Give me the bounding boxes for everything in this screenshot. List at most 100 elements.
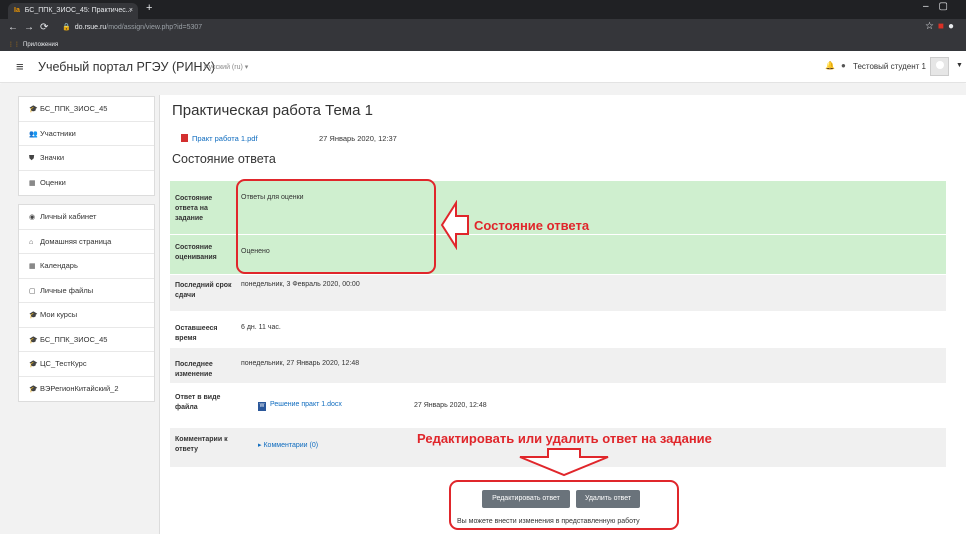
file-submission-label: Ответ в виде файла [175, 394, 221, 411]
extension-icon[interactable]: ■ [938, 21, 948, 32]
edit-callout: Редактировать или удалить ответ на задан… [417, 431, 712, 446]
users-icon: 👥 [29, 130, 38, 138]
sidebar-item[interactable]: ⛊ Значки [19, 146, 154, 171]
menu-toggle-icon[interactable]: ≡ [16, 59, 24, 74]
down-arrow-icon [519, 448, 609, 477]
word-doc-icon: W [258, 402, 266, 411]
new-tab-button[interactable]: + [146, 2, 152, 14]
sidebar-item-label: ЦС_ТестКурс [40, 359, 87, 368]
bookmarks-bar: ⋮⋮ Приложения [0, 39, 966, 51]
sidebar-item[interactable]: 🎓 ЦС_ТестКурс [19, 352, 154, 377]
submitted-file-date: 27 Январь 2020, 12:48 [414, 402, 487, 409]
profile-icon[interactable]: ● [948, 21, 958, 32]
due-date-label: Последний срок сдачи [175, 282, 232, 299]
graduation-cap-icon: 🎓 [29, 106, 38, 113]
url-host: do.rsue.ru [74, 24, 107, 31]
user-name[interactable]: Тестовый студент 1 [853, 62, 926, 71]
sidebar-item-label: ВЭРегионКитайский_2 [40, 383, 119, 393]
comments-toggle[interactable]: ▸ Комментарии (0) [258, 441, 318, 449]
sidebar-item[interactable]: ▦ Оценки [19, 171, 154, 196]
back-icon[interactable]: ← [8, 22, 24, 33]
sidebar-item[interactable]: 🎓 БС_ППК_ЗИОС_45 [19, 97, 154, 122]
sidebar-item-label: Значки [40, 153, 65, 162]
window-controls: –▢ [923, 1, 958, 12]
sidebar-item[interactable]: 🎓 Мои курсы [19, 303, 154, 328]
sidebar-item-label: Календарь [40, 261, 78, 270]
table-row: Оставшееся время 6 дн. 11 час. [170, 311, 946, 347]
sidebar-item-label: Мои курсы [40, 310, 78, 319]
language-selector[interactable]: Русский (ru) ▾ [204, 63, 248, 71]
lock-icon: 🔒 [62, 24, 71, 31]
site-nav-group: ◉ Личный кабинет ⌂ Домашняя страница ▦ Календ… [18, 204, 155, 402]
apps-icon[interactable]: ⋮⋮ [8, 42, 20, 48]
browser-tab-bar: Ia БС_ППК_ЗИОС_45: Практичес... × + –▢ [0, 0, 966, 19]
grading-status-label: Состояние оценивания [175, 244, 217, 261]
graduation-cap-icon: 🎓 [29, 312, 38, 319]
sidebar-item[interactable]: ◉ Личный кабинет [19, 205, 154, 230]
course-nav-group: 🎓 БС_ППК_ЗИОС_45 👥 Участники ⛊ Значки ▦ Оценки [18, 96, 155, 196]
submission-status-label: Состояние ответа на задание [175, 195, 213, 222]
nav-drawer: 🎓 БС_ППК_ЗИОС_45 👥 Участники ⛊ Значки ▦ Оценки … [18, 96, 155, 410]
graduation-cap-icon: 🎓 [29, 385, 38, 393]
sidebar-item[interactable]: ▢ Личные файлы [19, 279, 154, 303]
sidebar-item-label: Личные файлы [40, 285, 94, 295]
last-modified-label: Последнее изменение [175, 361, 213, 378]
pdf-icon [181, 134, 188, 142]
sidebar-item[interactable]: 👥 Участники [19, 122, 154, 146]
attachment-link[interactable]: Практ работа 1.pdf [181, 134, 258, 143]
left-arrow-icon [440, 200, 469, 250]
status-highlight-box [236, 179, 436, 274]
dashboard-icon: ◉ [29, 214, 36, 221]
time-remaining-value: 6 дн. 11 час. [241, 324, 281, 331]
status-callout: Состояние ответа [474, 218, 590, 233]
reload-icon[interactable]: ⟳ [40, 22, 54, 33]
sidebar-item-label: Домашняя страница [40, 236, 112, 246]
buttons-highlight-box [449, 480, 679, 530]
star-icon[interactable]: ☆ [925, 21, 938, 32]
site-header: ≡ Учебный портал РГЭУ (РИНХ) Русский (ru… [0, 51, 966, 83]
browser-actions: ☆■● [925, 21, 958, 32]
sidebar-item-label: Личный кабинет [40, 212, 97, 221]
graduation-cap-icon: 🎓 [29, 336, 38, 344]
page-title: Практическая работа Тема 1 [172, 102, 373, 119]
sidebar-item[interactable]: ⌂ Домашняя страница [19, 230, 154, 254]
table-row: Последний срок сдачи понедельник, 3 Февр… [170, 274, 946, 311]
browser-tab[interactable]: Ia БС_ППК_ЗИОС_45: Практичес... × [8, 3, 138, 19]
section-title: Состояние ответа [172, 152, 276, 166]
bookmarks-apps-label[interactable]: Приложения [23, 42, 58, 48]
close-tab-icon[interactable]: × [129, 3, 133, 19]
shield-icon: ⛊ [29, 155, 35, 162]
site-brand[interactable]: Учебный портал РГЭУ (РИНХ) [38, 60, 215, 74]
sidebar-item[interactable]: 🎓 ВЭРегионКитайский_2 [19, 377, 154, 402]
browser-nav-buttons: ←→⟳ [8, 22, 54, 33]
table-row: Последнее изменение понедельник, 27 Янва… [170, 347, 946, 383]
file-icon: ▢ [29, 287, 36, 295]
url-path: /mod/assign/view.php?id=5307 [106, 24, 203, 31]
site-favicon-icon: Ia [14, 7, 20, 14]
maximize-icon[interactable]: ▢ [939, 1, 958, 12]
sidebar-item-label: БС_ППК_ЗИОС_45 [40, 104, 108, 113]
comments-label: Комментарии к ответу [175, 436, 228, 453]
messages-icon[interactable]: ● [841, 61, 846, 70]
forward-icon[interactable]: → [24, 22, 40, 33]
avatar[interactable] [930, 57, 949, 76]
notifications-bell-icon[interactable]: 🔔 [825, 61, 835, 70]
time-remaining-label: Оставшееся время [175, 325, 218, 342]
sidebar-item[interactable]: 🎓 БС_ППК_ЗИОС_45 [19, 328, 154, 352]
submitted-file-link[interactable]: W Решение практ 1.docx [258, 401, 342, 411]
url-field[interactable]: 🔒 do.rsue.ru/mod/assign/view.php?id=5307 [62, 23, 202, 31]
attachment-date: 27 Январь 2020, 12:37 [319, 134, 397, 143]
submitted-file-name: Решение практ 1.docx [270, 401, 342, 408]
sidebar-item-label: Участники [40, 128, 76, 138]
browser-address-bar: ←→⟳ 🔒 do.rsue.ru/mod/assign/view.php?id=5… [0, 19, 966, 39]
graduation-cap-icon: 🎓 [29, 361, 38, 368]
minimize-icon[interactable]: – [923, 1, 939, 12]
table-row: Ответ в виде файла W Решение практ 1.docx… [170, 383, 946, 427]
last-modified-value: понедельник, 27 Январь 2020, 12:48 [241, 360, 360, 367]
home-icon: ⌂ [29, 238, 34, 246]
sidebar-item-label: Оценки [40, 177, 66, 187]
sidebar-item[interactable]: ▦ Календарь [19, 254, 154, 279]
browser-tab-title: БС_ППК_ЗИОС_45: Практичес... [24, 7, 132, 14]
calendar-icon: ▦ [29, 263, 36, 270]
chevron-down-icon[interactable]: ▼ [956, 62, 963, 69]
